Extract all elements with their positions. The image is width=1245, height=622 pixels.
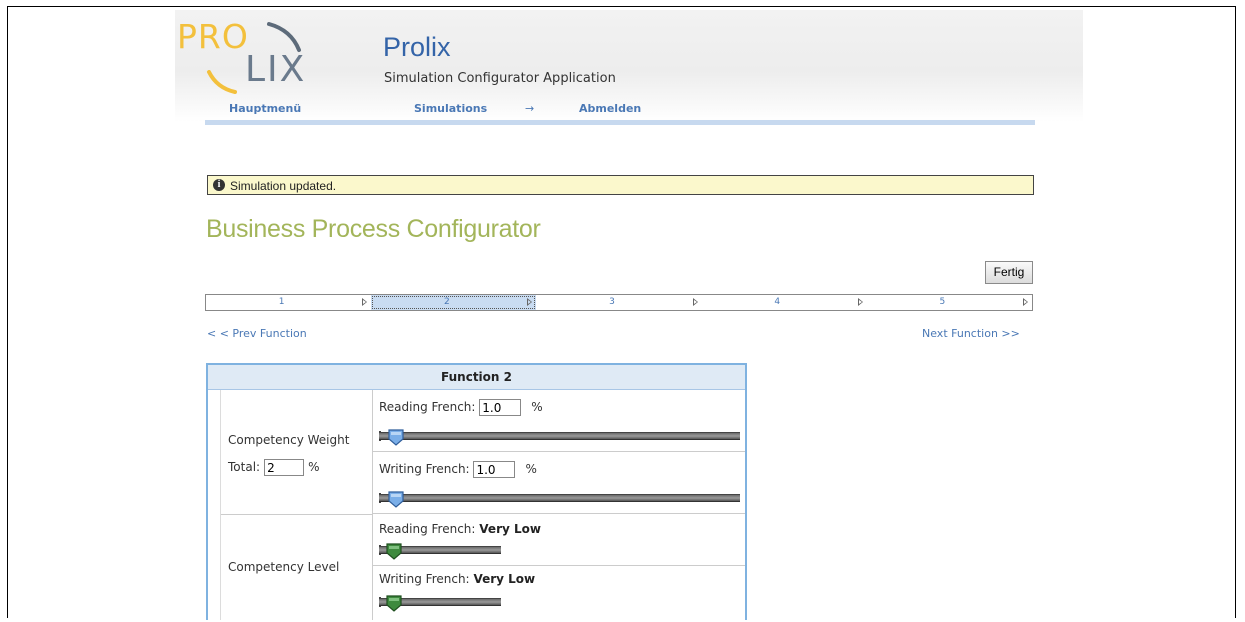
- logo-lix-text: LIX: [245, 49, 307, 90]
- level-reading-value: Very Low: [479, 522, 541, 536]
- panel-left-column: Competency Weight Total:% Competency Lev…: [221, 390, 373, 620]
- slider-thumb-icon[interactable]: [387, 490, 405, 508]
- function-panel: Function 2 Competency Weight Total:% Com…: [206, 363, 747, 620]
- weight-writing-unit: %: [525, 462, 537, 476]
- slider-thumb-icon[interactable]: [387, 428, 405, 446]
- nav-arrow-icon: →: [525, 102, 535, 115]
- weight-total-unit: %: [308, 460, 320, 474]
- logo-pro-text: PRO: [177, 17, 249, 56]
- app-title: Prolix: [383, 32, 451, 62]
- level-writing-value: Very Low: [473, 572, 536, 586]
- slider-thumb-icon[interactable]: [385, 594, 403, 612]
- step-arrow-icon: [1023, 298, 1029, 306]
- competency-weight-label: Competency Weight: [228, 433, 350, 447]
- info-icon: i: [213, 179, 225, 191]
- weight-writing-slider[interactable]: [379, 494, 740, 502]
- status-message: i Simulation updated.: [207, 175, 1034, 195]
- step-tab-label: 3: [609, 297, 615, 307]
- next-function-link[interactable]: Next Function >>: [922, 327, 1020, 340]
- step-tab-5[interactable]: 5: [867, 295, 1032, 310]
- level-writing-label-group: Writing French: Very Low: [379, 572, 535, 586]
- done-button[interactable]: Fertig: [985, 261, 1033, 284]
- step-tab-4[interactable]: 4: [702, 295, 867, 310]
- weight-reading-input[interactable]: [479, 399, 522, 416]
- step-tab-label: 5: [939, 297, 946, 307]
- page-title: Business Process Configurator: [206, 215, 541, 243]
- step-tabs: 1 2 3 4 5: [205, 294, 1033, 311]
- panel-gutter: [208, 390, 221, 620]
- prolix-logo: PRO LIX: [175, 14, 340, 94]
- section-divider: [221, 514, 372, 515]
- weight-total: Total:%: [228, 459, 319, 476]
- step-tab-label: 1: [278, 297, 285, 307]
- weight-writing-label-group: Writing French: %: [379, 461, 537, 478]
- weight-total-label: Total:: [228, 460, 261, 474]
- step-arrow-icon: [362, 298, 368, 306]
- step-tab-label: 4: [774, 297, 781, 307]
- weight-reading-slider[interactable]: [379, 432, 740, 440]
- weight-reading-label: Reading French:: [379, 400, 476, 414]
- level-row-writing: Writing French: Very Low: [373, 566, 745, 622]
- app-subtitle: Simulation Configurator Application: [384, 71, 616, 86]
- nav-item-hauptmenu[interactable]: Hauptmenü: [229, 102, 301, 115]
- weight-reading-unit: %: [531, 400, 543, 414]
- weight-total-input[interactable]: [264, 459, 305, 476]
- weight-writing-label: Writing French:: [379, 462, 470, 476]
- function-panel-title: Function 2: [208, 365, 745, 390]
- prev-function-link[interactable]: < < Prev Function: [207, 327, 307, 340]
- logo-arc-bottom-icon: [207, 70, 237, 94]
- weight-row-reading: Reading French: %: [373, 390, 745, 452]
- level-reading-label: Reading French:: [379, 522, 476, 536]
- weight-row-writing: Writing French: %: [373, 452, 745, 514]
- step-arrow-icon: [857, 298, 863, 306]
- level-writing-label: Writing French:: [379, 572, 470, 586]
- level-row-reading: Reading French: Very Low: [373, 514, 745, 566]
- status-message-text: Simulation updated.: [230, 179, 337, 193]
- weight-writing-input[interactable]: [473, 461, 516, 478]
- competency-level-label: Competency Level: [228, 560, 340, 574]
- nav-divider: [205, 120, 1035, 125]
- weight-reading-label-group: Reading French: %: [379, 399, 543, 416]
- step-tab-label: 2: [443, 297, 450, 307]
- nav-item-abmelden[interactable]: Abmelden: [579, 102, 641, 115]
- step-arrow-icon: [527, 298, 533, 306]
- slider-thumb-icon[interactable]: [385, 542, 403, 560]
- nav-item-simulations[interactable]: Simulations: [414, 102, 487, 115]
- step-tab-1[interactable]: 1: [206, 295, 371, 310]
- level-reading-label-group: Reading French: Very Low: [379, 522, 541, 536]
- step-arrow-icon: [692, 298, 698, 306]
- step-tab-2[interactable]: 2: [371, 295, 537, 310]
- step-tab-3[interactable]: 3: [536, 295, 701, 310]
